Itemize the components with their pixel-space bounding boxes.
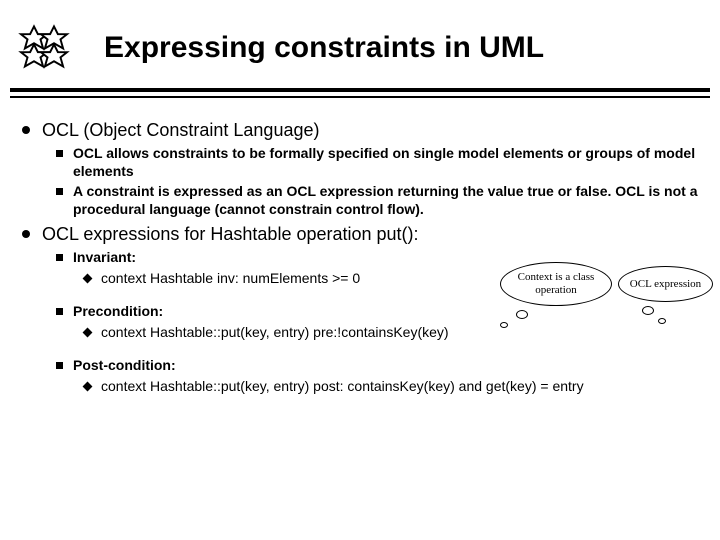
slide-title: Expressing constraints in UML (104, 31, 544, 65)
bullet-l1: OCL (Object Constraint Language) (22, 120, 706, 141)
diamond-icon (83, 381, 93, 391)
l3-text: context Hashtable::put(key, entry) post:… (101, 378, 584, 396)
square-icon (56, 254, 63, 261)
square-icon (56, 308, 63, 315)
slide-header: Expressing constraints in UML (0, 0, 720, 84)
bullet-l2: OCL allows constraints to be formally sp… (56, 145, 706, 180)
bullet-l2: Invariant: (56, 249, 706, 267)
bullet-l2: A constraint is expressed as an OCL expr… (56, 183, 706, 218)
bullet-l3: context Hashtable::put(key, entry) post:… (84, 378, 706, 396)
bullet-l3: context Hashtable inv: numElements >= 0 (84, 270, 706, 288)
square-icon (56, 188, 63, 195)
l3-text: context Hashtable::put(key, entry) pre:!… (101, 324, 449, 342)
bullet-l2: Precondition: (56, 303, 706, 321)
diamond-icon (83, 273, 93, 283)
bullet-l3: context Hashtable::put(key, entry) pre:!… (84, 324, 706, 342)
dot-icon (22, 230, 30, 238)
l1-text: OCL expressions for Hashtable operation … (42, 224, 419, 245)
l2-text: A constraint is expressed as an OCL expr… (73, 183, 706, 218)
diamond-icon (83, 327, 93, 337)
square-icon (56, 362, 63, 369)
bullet-l2: Post-condition: (56, 357, 706, 375)
l2-text: Precondition: (73, 303, 163, 321)
title-divider (10, 88, 710, 98)
l1-text: OCL (Object Constraint Language) (42, 120, 319, 141)
slide-content: OCL (Object Constraint Language) OCL all… (0, 108, 720, 411)
dot-icon (22, 126, 30, 134)
square-icon (56, 150, 63, 157)
l3-text: context Hashtable inv: numElements >= 0 (101, 270, 360, 288)
l2-text: OCL allows constraints to be formally sp… (73, 145, 706, 180)
bullet-l1: OCL expressions for Hashtable operation … (22, 224, 706, 245)
l2-text: Post-condition: (73, 357, 176, 375)
stars-logo (10, 18, 80, 78)
l2-text: Invariant: (73, 249, 136, 267)
